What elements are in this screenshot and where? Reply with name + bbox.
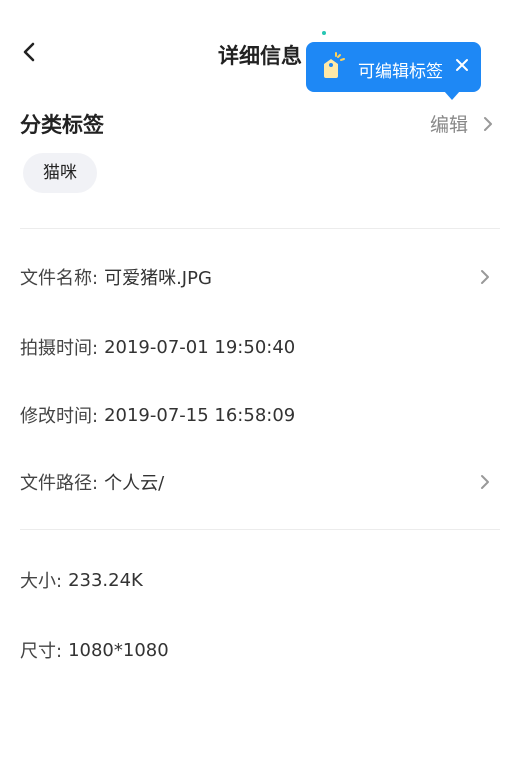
info-row-capture-time: 拍摄时间: 2019-07-01 19:50:40: [20, 331, 500, 363]
info-row-modified-time: 修改时间: 2019-07-15 16:58:09: [20, 399, 500, 431]
edit-tags-label: 编辑: [429, 114, 468, 136]
size-label: 大小:: [20, 571, 63, 592]
capture-time-label: 拍摄时间:: [20, 338, 99, 359]
chevron-right-icon: [481, 270, 489, 284]
edit-tags-button[interactable]: 编辑: [430, 110, 494, 137]
chevron-right-icon: [484, 116, 492, 131]
dimensions-label: 尺寸:: [20, 641, 63, 662]
tooltip-arrow: [444, 91, 460, 100]
tooltip-close-button[interactable]: [451, 54, 473, 76]
tooltip-text: 可编辑标签: [358, 62, 443, 82]
section-title-tags: 分类标签: [20, 113, 104, 137]
tag-chip[interactable]: 猫咪: [23, 153, 97, 193]
modified-time-label: 修改时间:: [20, 406, 99, 427]
edit-tag-tooltip: 可编辑标签: [306, 42, 481, 100]
info-row-file-path[interactable]: 文件路径: 个人云/: [20, 466, 500, 498]
file-path-label: 文件路径:: [20, 473, 99, 494]
close-icon: [456, 59, 468, 71]
tag-icon: [324, 52, 345, 78]
chevron-right-icon: [481, 475, 489, 489]
filename-value: 可爱猪咪.JPG: [104, 268, 212, 289]
dimensions-value: 1080*1080: [68, 639, 169, 661]
divider: [20, 228, 500, 229]
info-row-size: 大小: 233.24K: [20, 564, 500, 596]
info-row-filename[interactable]: 文件名称: 可爱猪咪.JPG: [20, 261, 500, 293]
file-path-value: 个人云/: [104, 473, 165, 494]
capture-time-value: 2019-07-01 19:50:40: [104, 336, 296, 358]
size-value: 233.24K: [68, 569, 143, 591]
decorative-dot: [322, 31, 326, 35]
divider: [20, 529, 500, 530]
info-row-dimensions: 尺寸: 1080*1080: [20, 634, 500, 666]
modified-time-value: 2019-07-15 16:58:09: [104, 404, 296, 426]
filename-label: 文件名称:: [20, 268, 99, 289]
